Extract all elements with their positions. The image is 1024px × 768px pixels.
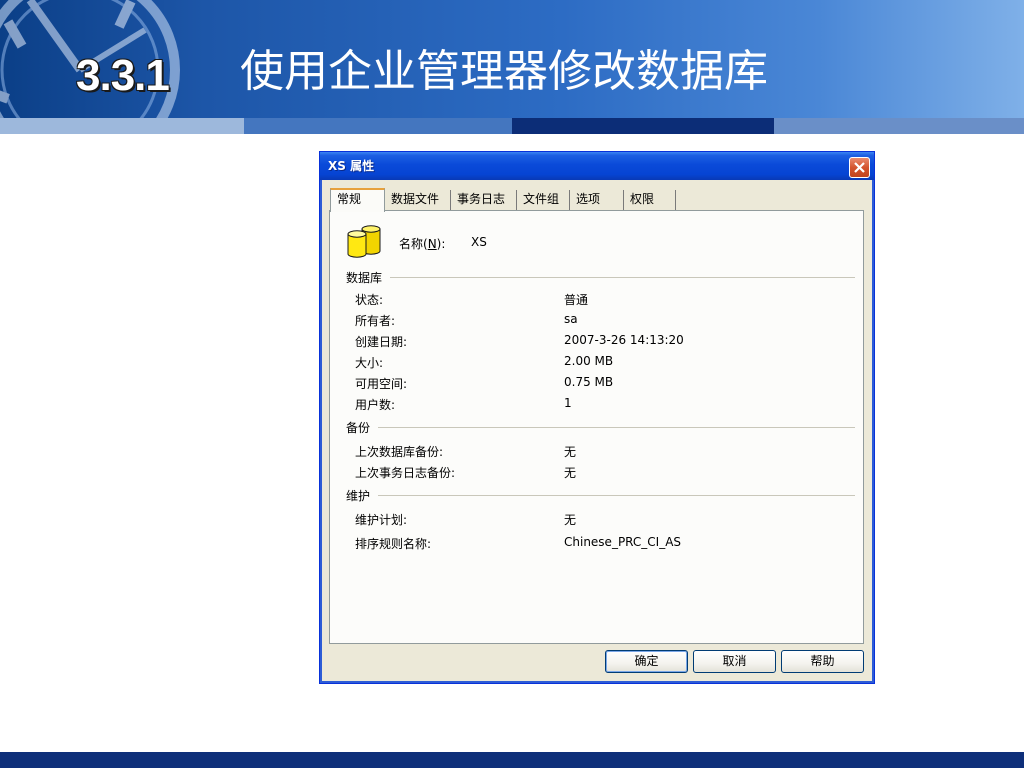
group-divider [378,427,855,428]
header-band [512,118,774,134]
created-date-value: 2007-3-26 14:13:20 [564,333,684,347]
last-log-backup-value: 无 [564,466,577,480]
group-title-backup: 备份 [346,419,377,436]
group-title-maintenance: 维护 [346,487,377,504]
tab-transaction-log[interactable]: 事务日志 [451,190,517,210]
status-label: 状态: [355,293,384,307]
dialog-title: XS 属性 [328,159,375,173]
tab-permissions[interactable]: 权限 [624,190,676,210]
general-tab-panel: 名称(N): XS 数据库 状态: 普通 所有者: sa 创建日期: 2007-… [329,210,864,644]
last-db-backup-value: 无 [564,445,577,459]
created-date-label: 创建日期: [355,335,408,349]
name-label: 名称(N): [399,237,446,251]
status-value: 普通 [564,293,589,307]
ok-button[interactable]: 确定 [605,650,688,673]
users-value: 1 [564,396,572,410]
space-available-value: 0.75 MB [564,375,614,389]
properties-dialog: XS 属性 常规 数据文件 事务日志 文件组 选项 权限 名称(N): XS 数… [319,151,875,684]
users-label: 用户数: [355,398,396,412]
last-db-backup-label: 上次数据库备份: [355,445,444,459]
group-title-database: 数据库 [346,269,389,286]
space-available-label: 可用空间: [355,377,408,391]
section-number: 3.3.1 [76,51,170,100]
owner-value: sa [564,312,578,326]
slide-header: 3.3.1 使用企业管理器修改数据库 [0,0,1024,118]
last-log-backup-label: 上次事务日志备份: [355,466,456,480]
slide-title: 使用企业管理器修改数据库 [240,46,768,97]
header-band [0,118,244,134]
tab-options[interactable]: 选项 [570,190,624,210]
collation-value: Chinese_PRC_CI_AS [564,535,682,549]
group-divider [390,277,855,278]
size-value: 2.00 MB [564,354,614,368]
footer-bar [0,752,1024,768]
dialog-titlebar[interactable]: XS 属性 [320,152,874,180]
tab-filegroups[interactable]: 文件组 [517,190,570,210]
help-button[interactable]: 帮助 [781,650,864,673]
close-button[interactable] [849,157,870,178]
owner-label: 所有者: [355,314,396,328]
header-band [774,118,1024,134]
database-name-value: XS [471,235,487,249]
collation-label: 排序规则名称: [355,537,432,551]
tab-general[interactable]: 常规 [330,188,385,212]
size-label: 大小: [355,356,384,370]
maintenance-plan-value: 无 [564,513,577,527]
database-icon [347,225,381,258]
maintenance-plan-label: 维护计划: [355,513,408,527]
name-hotkey: N [427,237,437,251]
close-icon [854,162,865,173]
tab-data-files[interactable]: 数据文件 [385,190,451,210]
cancel-button[interactable]: 取消 [693,650,776,673]
header-band [244,118,512,134]
group-divider [378,495,855,496]
